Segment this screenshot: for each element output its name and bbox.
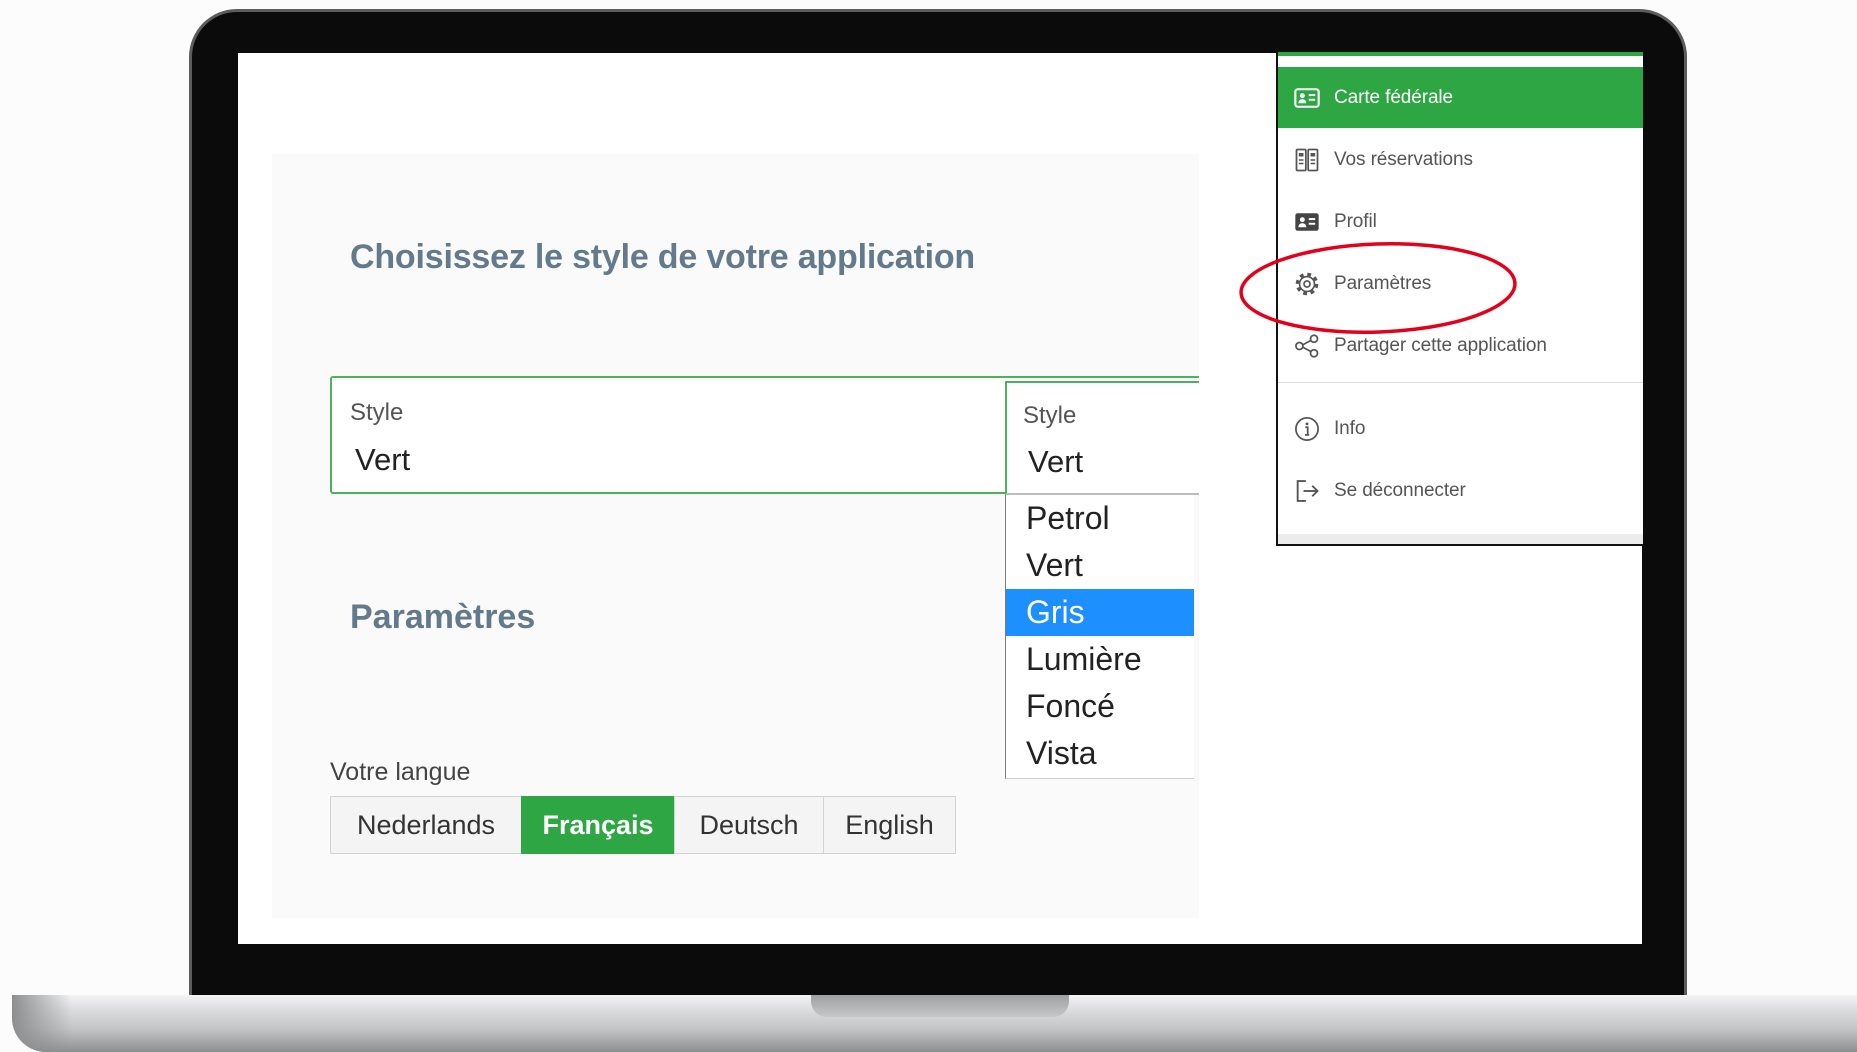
style-option[interactable]: Foncé	[1006, 683, 1194, 730]
style-option[interactable]: Gris	[1006, 589, 1194, 636]
language-label: Votre langue	[330, 758, 471, 786]
style-select-label: Style	[1023, 402, 1077, 429]
annotation-circle	[1239, 242, 1517, 334]
id-card-icon	[1293, 84, 1321, 112]
logout-icon	[1293, 477, 1321, 505]
reservations-icon	[1293, 146, 1321, 174]
language-button-group: Nederlands Français Deutsch English	[330, 796, 956, 854]
language-button-deutsch[interactable]: Deutsch	[674, 796, 824, 854]
language-button-english[interactable]: English	[823, 796, 956, 854]
settings-panel: Choisissez le style de votre application…	[272, 154, 1199, 918]
menu-item-label: Se déconnecter	[1334, 480, 1466, 501]
style-dropdown-list: Petrol Vert Gris Lumière Foncé Vista	[1005, 495, 1194, 779]
laptop-notch	[811, 995, 1069, 1017]
menu-item-info[interactable]: Info	[1278, 398, 1643, 460]
menu-item-se-deconnecter[interactable]: Se déconnecter	[1278, 460, 1643, 522]
menu-item-label: Vos réservations	[1334, 149, 1473, 170]
menu-top-accent	[1278, 52, 1643, 56]
style-option[interactable]: Petrol	[1006, 495, 1194, 542]
style-field-value: Vert	[355, 442, 411, 477]
page-title: Choisissez le style de votre application	[350, 238, 975, 276]
style-field-label: Style	[350, 399, 404, 426]
profile-card-icon	[1293, 208, 1321, 236]
style-option[interactable]: Lumière	[1006, 636, 1194, 683]
menu-bottom-bar	[1278, 534, 1643, 544]
menu-item-carte-federale[interactable]: Carte fédérale	[1278, 67, 1643, 128]
language-button-nederlands[interactable]: Nederlands	[330, 796, 522, 854]
style-select-value: Vert	[1028, 444, 1084, 479]
settings-heading: Paramètres	[350, 598, 536, 636]
info-icon	[1293, 415, 1321, 443]
menu-item-vos-reservations[interactable]: Vos réservations	[1278, 129, 1643, 191]
style-option[interactable]: Vista	[1006, 730, 1194, 777]
menu-item-label: Profil	[1334, 211, 1377, 232]
share-icon	[1293, 332, 1321, 360]
style-select[interactable]: Style Vert	[1005, 381, 1199, 495]
menu-item-label: Info	[1334, 418, 1366, 439]
menu-item-label: Carte fédérale	[1334, 86, 1454, 108]
menu-divider	[1278, 382, 1643, 383]
menu-item-label: Partager cette application	[1334, 335, 1547, 356]
language-button-francais[interactable]: Français	[521, 796, 675, 854]
style-option[interactable]: Vert	[1006, 542, 1194, 589]
